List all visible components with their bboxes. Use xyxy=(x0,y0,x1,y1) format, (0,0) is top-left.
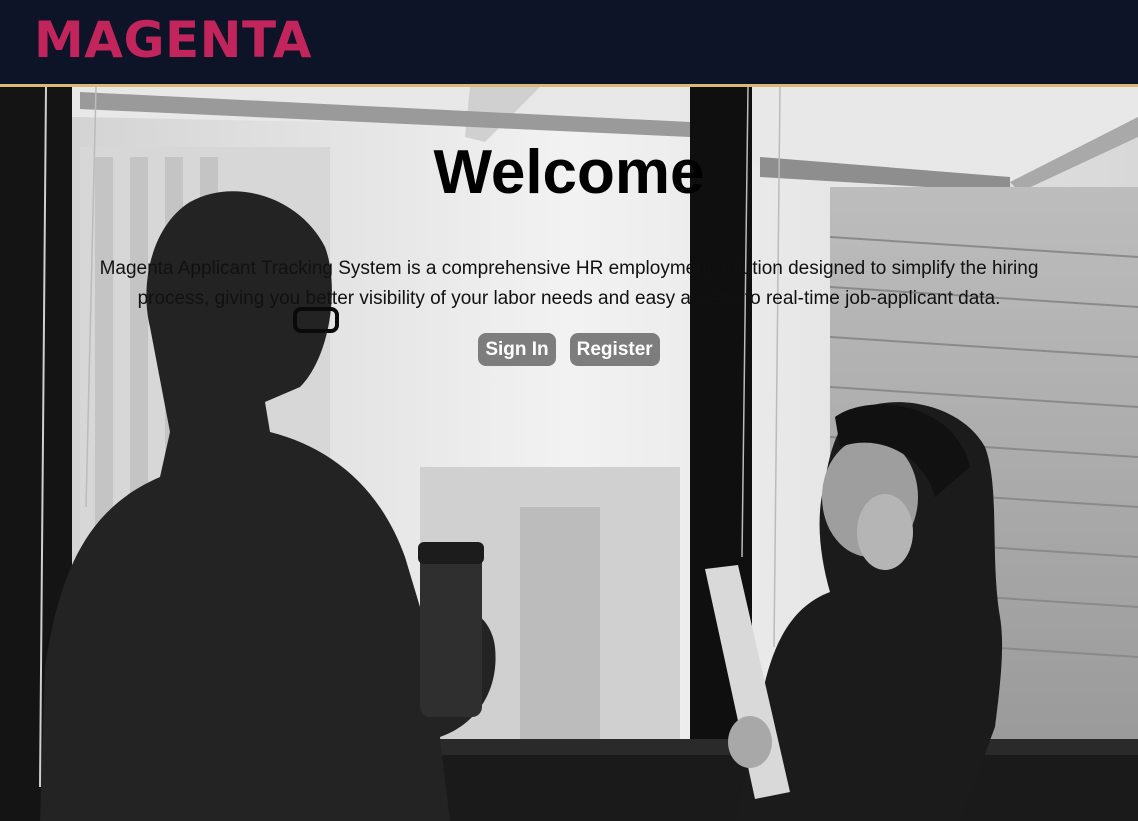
welcome-heading: Welcome xyxy=(433,138,705,207)
register-button[interactable]: Register xyxy=(569,333,660,366)
hero-actions: Sign In Register xyxy=(0,333,1138,366)
sign-in-button[interactable]: Sign In xyxy=(478,333,556,366)
top-navbar: MAGENTA xyxy=(0,0,1138,87)
brand-logo[interactable]: MAGENTA xyxy=(34,8,312,72)
hero-section: Welcome Magenta Applicant Tracking Syste… xyxy=(0,87,1138,821)
hero-description: Magenta Applicant Tracking System is a c… xyxy=(99,258,1039,309)
